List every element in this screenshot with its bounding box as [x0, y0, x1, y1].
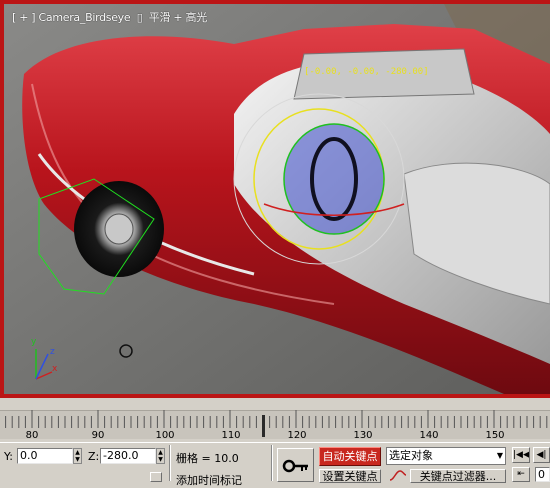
- current-frame-field[interactable]: 0: [535, 467, 550, 482]
- key-mode-toggle-button[interactable]: ⇤: [512, 467, 530, 482]
- z-coord-field[interactable]: -280.0: [100, 448, 156, 464]
- z-coord-spinner[interactable]: ▲ ▼: [156, 448, 165, 464]
- tick-label: 140: [419, 430, 439, 441]
- set-key-button[interactable]: [277, 448, 314, 482]
- key-mode-dropdown[interactable]: 选定对象 ▼: [386, 447, 506, 465]
- gizmo-coordinate-readout: [-0.00, -0.00, -280.00]: [304, 67, 429, 77]
- tick-label: 100: [155, 430, 175, 441]
- tick-label: 150: [485, 430, 505, 441]
- viewport-label-menu[interactable]: [ + ] Camera_Birdseye ▯ 平滑 + 高光: [12, 9, 207, 25]
- key-mode-value: 选定对象: [389, 449, 433, 462]
- go-to-start-button[interactable]: |◀◀: [512, 447, 530, 463]
- car-scene-render: [4, 4, 550, 394]
- axis-label-x: x: [52, 364, 58, 374]
- y-coord-field[interactable]: 0.0: [17, 448, 73, 464]
- separator: [169, 445, 171, 481]
- y-coord-label: Y:: [4, 450, 13, 463]
- shading-mode-label[interactable]: 平滑 + 高光: [149, 11, 207, 24]
- current-frame-marker[interactable]: [262, 415, 265, 437]
- key-icon: [282, 459, 308, 473]
- separator: [271, 445, 273, 481]
- tick-label: 90: [91, 430, 105, 441]
- viewport-label-prefix[interactable]: [ + ]: [12, 11, 39, 24]
- tick-label: 120: [287, 430, 307, 441]
- key-tangent-icon[interactable]: [388, 469, 408, 482]
- chevron-down-icon: ▼: [496, 451, 503, 460]
- tick-label: 130: [353, 430, 373, 441]
- y-coord-spinner[interactable]: ▲ ▼: [73, 448, 82, 464]
- time-tag-icon-button[interactable]: [150, 472, 162, 482]
- camera-name-label[interactable]: Camera_Birdseye: [39, 11, 131, 24]
- set-key-mode-button[interactable]: 设置关键点: [319, 469, 381, 483]
- perspective-viewport[interactable]: [ + ] Camera_Birdseye ▯ 平滑 + 高光 [-0.00, …: [0, 0, 550, 398]
- timeline-ruler[interactable]: [0, 410, 550, 428]
- z-coord-label: Z:: [88, 450, 100, 463]
- axis-label-y: y: [31, 337, 37, 347]
- grid-spacing-label: 栅格 = 10.0: [176, 452, 239, 465]
- viewport-render-area[interactable]: [ + ] Camera_Birdseye ▯ 平滑 + 高光 [-0.00, …: [4, 4, 550, 394]
- auto-key-button[interactable]: 自动关键点: [319, 447, 381, 466]
- viewport-mode-marker: ▯: [136, 11, 143, 24]
- previous-frame-button[interactable]: ◀|: [533, 447, 550, 463]
- add-time-tag-button[interactable]: 添加时间标记: [176, 472, 242, 488]
- key-filters-button[interactable]: 关键点过滤器...: [410, 469, 506, 483]
- tick-label: 80: [25, 430, 39, 441]
- tick-label: 110: [221, 430, 241, 441]
- axis-label-z: z: [50, 347, 55, 357]
